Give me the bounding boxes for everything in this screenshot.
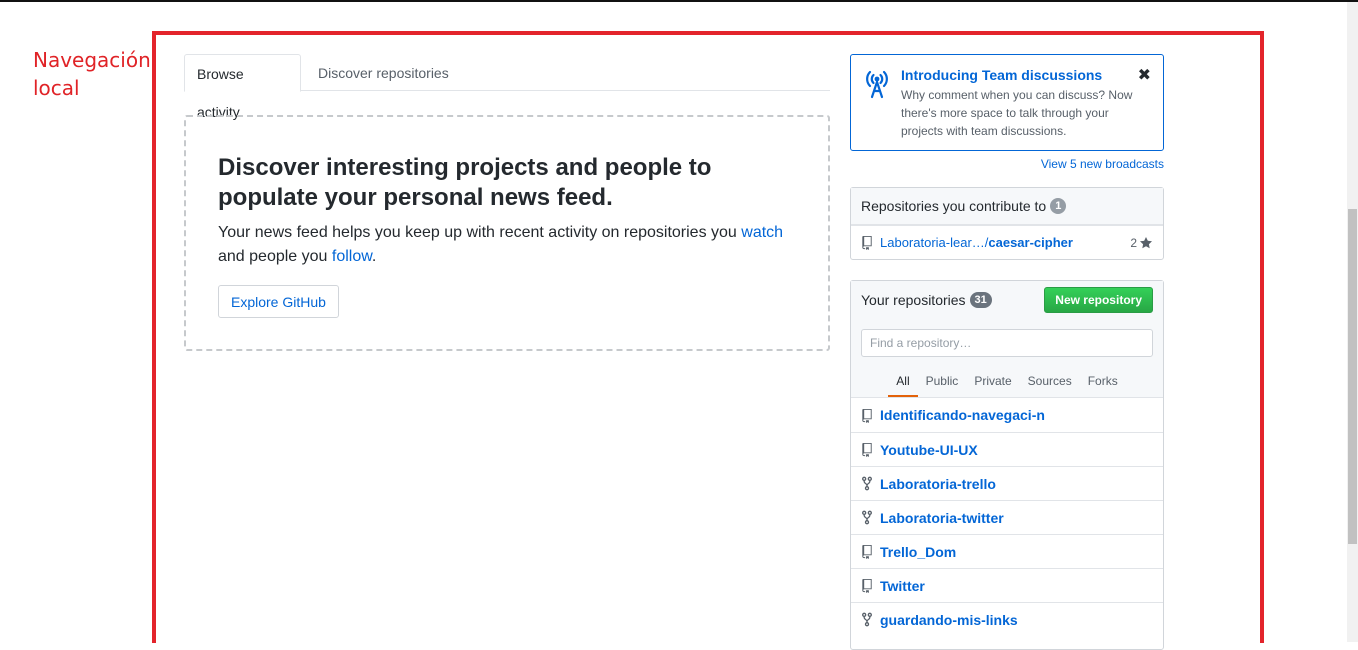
annotation-line-2: local <box>33 76 80 100</box>
browser-top-edge <box>0 0 1358 2</box>
annotation-label: Navegación local <box>33 46 151 102</box>
annotation-frame <box>152 31 1264 643</box>
scrollbar-track[interactable] <box>1347 2 1358 642</box>
scrollbar-thumb[interactable] <box>1348 209 1357 544</box>
annotation-line-1: Navegación <box>33 48 151 72</box>
